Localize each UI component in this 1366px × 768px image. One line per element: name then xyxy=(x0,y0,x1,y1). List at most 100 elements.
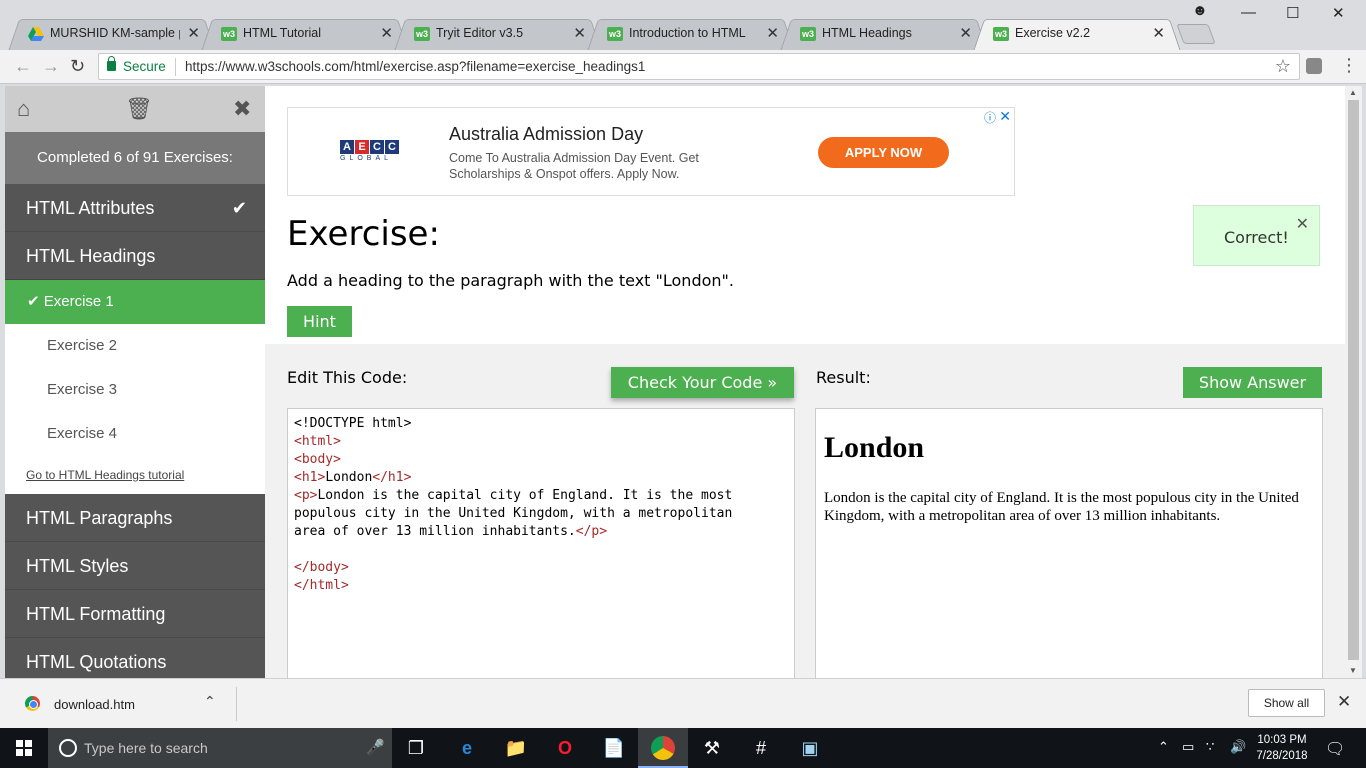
tab-close-icon[interactable]: ✕ xyxy=(187,24,200,42)
hint-button[interactable]: Hint xyxy=(287,306,352,337)
battery-icon[interactable]: ▭ xyxy=(1182,739,1194,755)
exercise-label: Exercise 4 xyxy=(47,425,118,442)
apply-now-button[interactable]: APPLY NOW xyxy=(818,137,949,168)
sidebar-item-chapter[interactable]: HTML Quotations xyxy=(5,638,265,678)
tools-icon[interactable]: ⚒ xyxy=(700,736,724,760)
logo-letter: C xyxy=(385,140,399,154)
tab-close-icon[interactable]: ✕ xyxy=(573,24,586,42)
tab-5[interactable]: w3 HTML Headings ✕ xyxy=(780,18,988,51)
edit-code-label: Edit This Code: xyxy=(287,368,408,387)
extension-icon[interactable] xyxy=(1306,58,1322,74)
volume-icon[interactable]: 🔊 xyxy=(1230,739,1246,755)
page-title: Exercise: xyxy=(287,214,440,254)
w3schools-icon: w3 xyxy=(221,27,237,41)
clock-date: 7/28/2018 xyxy=(1256,750,1308,762)
exercise-item[interactable]: Exercise 4 xyxy=(5,412,265,456)
bookmark-star-icon[interactable]: ☆ xyxy=(1275,56,1291,77)
code-line: <html> xyxy=(294,433,788,451)
document-icon[interactable]: 📄 xyxy=(602,736,626,760)
browser-menu-icon[interactable]: ⋮ xyxy=(1340,55,1358,76)
ad-banner[interactable]: AECC GLOBAL Australia Admission Day Come… xyxy=(287,107,1015,196)
address-bar[interactable]: Secure https://www.w3schools.com/html/ex… xyxy=(98,53,1300,80)
opera-icon[interactable]: O xyxy=(553,736,577,760)
slack-icon[interactable]: # xyxy=(749,736,773,760)
tab-4[interactable]: w3 Introduction to HTML ✕ xyxy=(587,18,795,51)
show-all-button[interactable]: Show all xyxy=(1248,689,1325,717)
close-notification-icon[interactable]: ✕ xyxy=(1296,214,1309,234)
code-text: London xyxy=(325,470,373,485)
task-view-icon[interactable]: ❐ xyxy=(404,736,428,760)
code-line: <p>London is the capital city of England… xyxy=(294,487,788,505)
chevron-up-tray-icon[interactable]: ⌃ xyxy=(1158,739,1169,755)
tab-2[interactable]: w3 HTML Tutorial ✕ xyxy=(201,18,409,51)
maximize-icon[interactable]: ☐ xyxy=(1286,4,1299,22)
code-tag: </h1> xyxy=(372,470,412,485)
result-label: Result: xyxy=(816,368,871,387)
tutorial-link[interactable]: Go to HTML Headings tutorial xyxy=(5,456,265,494)
microphone-icon[interactable]: 🎤 xyxy=(366,738,385,756)
ad-description: Come To Australia Admission Day Event. G… xyxy=(449,151,699,181)
exercise-item[interactable]: ✔ Exercise 1 xyxy=(5,280,265,324)
show-answer-button[interactable]: Show Answer xyxy=(1183,367,1322,398)
sidebar-item-label: HTML Quotations xyxy=(26,652,167,672)
tab-1[interactable]: MURSHID KM-sample pr ✕ xyxy=(8,18,216,51)
trash-icon[interactable]: 🗑 xyxy=(125,96,153,122)
scroll-up-icon[interactable]: ▲ xyxy=(1349,88,1357,97)
clock[interactable]: 10:03 PM 7/28/2018 xyxy=(1252,732,1312,764)
tab-close-icon[interactable]: ✕ xyxy=(766,24,779,42)
logo-letter: C xyxy=(370,140,384,154)
exercise-item[interactable]: Exercise 3 xyxy=(5,368,265,412)
reload-icon[interactable]: ↻ xyxy=(70,56,85,77)
code-tag: <p> xyxy=(294,488,318,503)
new-tab-button[interactable] xyxy=(1176,24,1216,44)
tab-close-icon[interactable]: ✕ xyxy=(380,24,393,42)
lock-icon xyxy=(107,56,116,71)
page-scrollbar[interactable]: ▲ ▼ xyxy=(1345,86,1362,678)
scrollbar-thumb[interactable] xyxy=(1348,100,1359,660)
exercise-label: Exercise 3 xyxy=(47,381,118,398)
tab-close-icon[interactable]: ✕ xyxy=(1152,24,1165,42)
download-filename[interactable]: download.htm xyxy=(54,697,135,712)
notifications-icon[interactable]: 🗨 xyxy=(1325,739,1345,759)
tab-close-icon[interactable]: ✕ xyxy=(959,24,972,42)
home-icon[interactable]: ⌂ xyxy=(17,96,30,122)
tab-title: MURSHID KM-sample pr xyxy=(50,26,180,40)
chevron-up-icon[interactable]: ⌃ xyxy=(204,693,216,710)
user-profile-icon[interactable]: ☻ xyxy=(1192,2,1208,19)
code-editor[interactable]: <!DOCTYPE html> <html> <body> <h1>London</h… xyxy=(287,408,795,678)
sidebar-item-chapter[interactable]: HTML Formatting xyxy=(5,590,265,638)
close-download-bar-icon[interactable]: ✕ xyxy=(1337,692,1351,712)
back-icon[interactable]: ← xyxy=(14,56,32,77)
exercise-item[interactable]: Exercise 2 xyxy=(5,324,265,368)
taskbar-search[interactable]: Type here to search 🎤 xyxy=(48,728,392,768)
tab-3[interactable]: w3 Tryit Editor v3.5 ✕ xyxy=(394,18,602,51)
ad-close-icon[interactable]: ✕ xyxy=(999,108,1011,125)
exercise-workarea: Edit This Code: Check Your Code » Result… xyxy=(265,344,1345,678)
sidebar-item-chapter[interactable]: HTML Attributes ✔ xyxy=(5,184,265,232)
window-close-icon[interactable]: ✕ xyxy=(1332,4,1345,22)
app-icon[interactable]: ▣ xyxy=(798,736,822,760)
forward-icon[interactable]: → xyxy=(42,56,60,77)
ad-title[interactable]: Australia Admission Day xyxy=(449,124,643,145)
tab-6[interactable]: w3 Exercise v2.2 ✕ xyxy=(973,18,1181,51)
chrome-icon[interactable] xyxy=(651,736,675,760)
close-sidebar-icon[interactable]: ✖ xyxy=(233,96,251,122)
tab-title: HTML Headings xyxy=(822,26,912,40)
exercise-sidebar: ⌂ 🗑 ✖ Completed 6 of 91 Exercises: HTML … xyxy=(5,86,265,678)
windows-start-icon[interactable] xyxy=(16,740,32,756)
check-code-button[interactable]: Check Your Code » xyxy=(611,367,794,398)
edge-icon[interactable]: e xyxy=(455,736,479,760)
tab-title: Exercise v2.2 xyxy=(1015,26,1091,40)
exercise-instruction: Add a heading to the paragraph with the … xyxy=(287,271,734,290)
scroll-down-icon[interactable]: ▼ xyxy=(1349,666,1357,675)
minimize-icon[interactable]: — xyxy=(1241,4,1256,21)
correct-label: Correct! xyxy=(1224,228,1289,247)
wifi-icon[interactable]: ∵ xyxy=(1206,739,1214,755)
file-explorer-icon[interactable]: 📁 xyxy=(504,736,528,760)
url-text[interactable]: https://www.w3schools.com/html/exercise.… xyxy=(185,59,645,74)
sidebar-item-chapter[interactable]: HTML Paragraphs xyxy=(5,494,265,542)
ad-info-icon[interactable]: ⓘ xyxy=(984,109,996,126)
code-text: area of over 13 million inhabitants. xyxy=(294,524,576,539)
sidebar-item-html-headings[interactable]: HTML Headings xyxy=(5,232,265,280)
sidebar-item-chapter[interactable]: HTML Styles xyxy=(5,542,265,590)
